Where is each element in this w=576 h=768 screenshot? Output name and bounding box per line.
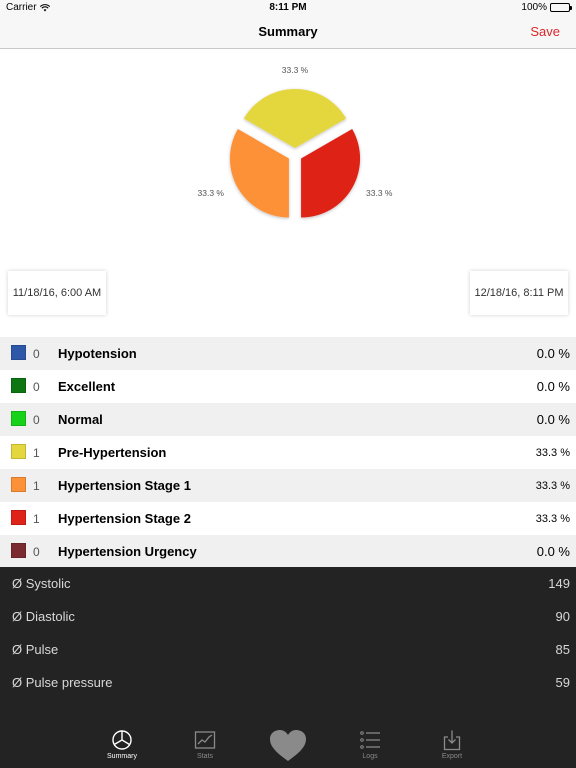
color-swatch: [11, 543, 26, 558]
category-name: Pre-Hypertension: [58, 445, 167, 460]
tab-logs[interactable]: Logs: [340, 729, 400, 767]
end-date-label: 12/18/16, 8:11 PM: [474, 287, 564, 299]
category-row-normal[interactable]: 0 Normal 0.0 %: [0, 403, 576, 436]
tab-summary[interactable]: Summary: [92, 729, 152, 767]
tab-label: Logs: [362, 753, 378, 760]
status-time: 8:11 PM: [269, 2, 307, 13]
end-date-button[interactable]: 12/18/16, 8:11 PM: [470, 271, 568, 315]
stat-row-pulse: Ø Pulse 85: [0, 633, 576, 666]
start-date-label: 11/18/16, 6:00 AM: [12, 287, 102, 299]
color-swatch: [11, 444, 26, 459]
stat-row-diastolic: Ø Diastolic 90: [0, 600, 576, 633]
color-swatch: [11, 378, 26, 393]
slice-hypertension-stage-2[interactable]: [301, 129, 361, 218]
stat-label: Ø Systolic: [12, 576, 71, 591]
battery-percentage: 100%: [521, 2, 547, 13]
chart-area: 33.3 % 33.3 % 33.3 % 11/18/16, 6:00 AM 12/…: [0, 49, 576, 337]
category-count: 0: [33, 413, 40, 427]
list-icon: [360, 731, 380, 749]
slice-percentage-label: 33.3 %: [198, 188, 225, 198]
color-swatch: [11, 477, 26, 492]
line-chart-icon: [194, 731, 216, 749]
category-row-excellent[interactable]: 0 Excellent 0.0 %: [0, 370, 576, 403]
averages-panel: Ø Systolic 149 Ø Diastolic 90 Ø Pulse 85…: [0, 567, 576, 701]
stat-value: 149: [548, 576, 570, 591]
color-swatch: [11, 510, 26, 525]
start-date-button[interactable]: 11/18/16, 6:00 AM: [8, 271, 106, 315]
stat-label: Ø Pulse pressure: [12, 675, 113, 690]
export-icon: [443, 730, 461, 751]
category-percentage: 0.0 %: [536, 346, 570, 361]
tab-label: Summary: [107, 753, 137, 760]
tab-stats[interactable]: Stats: [175, 729, 235, 767]
category-count: 1: [33, 512, 40, 526]
category-percentage: 0.0 %: [536, 412, 570, 427]
category-count: 0: [33, 380, 40, 394]
pie-chart[interactable]: 33.3 % 33.3 % 33.3 %: [0, 49, 576, 271]
category-row-hypertension-stage-1[interactable]: 1 Hypertension Stage 1 33.3 %: [0, 469, 576, 502]
category-percentage: 33.3 %: [535, 480, 570, 492]
category-row-hypertension-stage-2[interactable]: 1 Hypertension Stage 2 33.3 %: [0, 502, 576, 535]
category-list: 0 Hypotension 0.0 % 0 Excellent 0.0 % 0 …: [0, 337, 576, 568]
category-percentage: 0.0 %: [536, 379, 570, 394]
stat-row-systolic: Ø Systolic 149: [0, 567, 576, 600]
category-percentage: 0.0 %: [536, 544, 570, 559]
category-percentage: 33.3 %: [535, 447, 570, 459]
category-row-hypertension-urgency[interactable]: 0 Hypertension Urgency 0.0 %: [0, 535, 576, 568]
category-name: Normal: [58, 412, 103, 427]
slice-percentage-label: 33.3 %: [282, 65, 309, 75]
battery-indicator: 100%: [521, 2, 572, 13]
heart-icon: [270, 730, 306, 761]
navigation-bar: Summary Save: [0, 16, 576, 49]
color-swatch: [11, 345, 26, 360]
color-swatch: [11, 411, 26, 426]
category-name: Hypertension Stage 2: [58, 511, 191, 526]
category-count: 1: [33, 479, 40, 493]
tab-label: Stats: [197, 753, 213, 760]
tab-bar: Summary Stats Logs Export: [0, 701, 576, 768]
slice-percentage-label: 33.3 %: [366, 188, 393, 198]
status-bar: Carrier 8:11 PM 100%: [0, 0, 576, 16]
stat-row-pulse-pressure: Ø Pulse pressure 59: [0, 666, 576, 699]
stat-value: 85: [555, 642, 570, 657]
category-count: 0: [33, 545, 40, 559]
slice-pre-hypertension[interactable]: [243, 89, 347, 148]
category-name: Excellent: [58, 379, 116, 394]
category-name: Hypertension Urgency: [58, 544, 197, 559]
tab-label: Export: [441, 753, 463, 760]
save-button[interactable]: Save: [530, 24, 560, 39]
category-count: 0: [33, 347, 40, 361]
category-name: Hypertension Stage 1: [58, 478, 191, 493]
stat-value: 59: [555, 675, 570, 690]
pie-chart-icon: [112, 730, 132, 750]
battery-icon: [550, 3, 572, 12]
stat-value: 90: [555, 609, 570, 624]
page-title: Summary: [258, 24, 318, 39]
tab-export[interactable]: Export: [422, 729, 482, 767]
category-row-hypotension[interactable]: 0 Hypotension 0.0 %: [0, 337, 576, 370]
tab-heart[interactable]: [268, 729, 308, 763]
category-name: Hypotension: [58, 346, 137, 361]
stat-label: Ø Diastolic: [12, 609, 75, 624]
stat-label: Ø Pulse: [12, 642, 59, 657]
category-count: 1: [33, 446, 40, 460]
category-row-pre-hypertension[interactable]: 1 Pre-Hypertension 33.3 %: [0, 436, 576, 469]
category-percentage: 33.3 %: [535, 513, 570, 525]
slice-hypertension-stage-1[interactable]: [229, 129, 289, 218]
